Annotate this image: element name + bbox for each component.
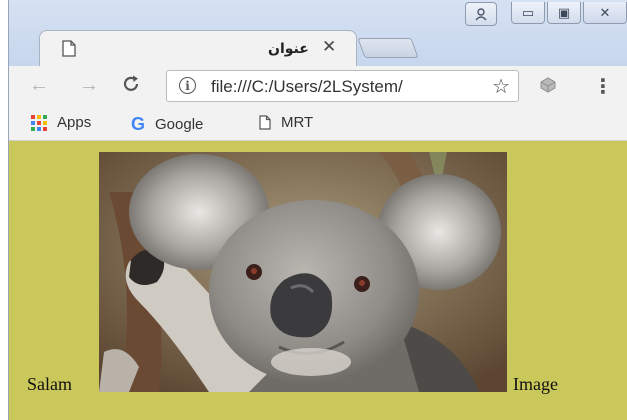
extension-icon[interactable] [539, 76, 557, 94]
reload-button[interactable] [121, 74, 141, 100]
bookmark-apps[interactable]: Apps [31, 114, 91, 131]
reload-icon [123, 75, 139, 91]
title-bar: ▭ ▣ ✕ ✕ عنوان [9, 0, 627, 66]
address-bar[interactable]: i file:///C:/Users/2LSystem/ ☆ [166, 70, 519, 102]
tab-active[interactable]: ✕ عنوان [39, 30, 357, 66]
forward-button[interactable]: → [79, 74, 99, 97]
browser-window: ▭ ▣ ✕ ✕ عنوان ← → i file:///C:/Users/2LS… [8, 0, 627, 420]
koala-photo [99, 152, 507, 392]
user-profile-button[interactable] [465, 2, 497, 26]
minimize-button[interactable]: ▭ [511, 2, 545, 24]
window-controls: ▭ ▣ ✕ [463, 2, 627, 28]
bookmark-google[interactable]: G Google [131, 114, 203, 135]
google-icon: G [131, 114, 146, 134]
image-text: Image [513, 374, 558, 394]
back-button[interactable]: ← [29, 74, 49, 97]
bookmark-mrt[interactable]: MRT [259, 114, 313, 131]
close-window-button[interactable]: ✕ [583, 2, 627, 24]
tab-title: عنوان [268, 40, 309, 56]
page-icon [62, 40, 76, 57]
info-icon[interactable]: i [179, 77, 196, 94]
bookmark-label: Google [155, 116, 204, 133]
maximize-button[interactable]: ▣ [547, 2, 581, 24]
tab-close-icon[interactable]: ✕ [322, 37, 336, 57]
toolbar: ← → i file:///C:/Users/2LSystem/ ☆ ⋮ [9, 66, 627, 108]
address-text[interactable]: file:///C:/Users/2LSystem/ [211, 77, 481, 97]
page-icon [259, 115, 271, 130]
apps-grid-icon [31, 114, 47, 131]
bookmarks-bar: Apps G Google MRT [9, 108, 627, 141]
page-content: Salam Image [9, 141, 627, 420]
bookmark-label: Apps [57, 114, 92, 131]
bookmark-label: MRT [281, 114, 314, 131]
bookmark-star-icon[interactable]: ☆ [492, 74, 510, 99]
menu-button[interactable]: ⋮ [593, 74, 613, 99]
close-icon: ✕ [599, 4, 611, 20]
user-icon [475, 8, 487, 21]
minimize-icon: ▭ [521, 4, 535, 20]
maximize-icon: ▣ [557, 4, 571, 20]
new-tab-button[interactable] [357, 38, 419, 58]
salam-text: Salam [27, 374, 72, 394]
